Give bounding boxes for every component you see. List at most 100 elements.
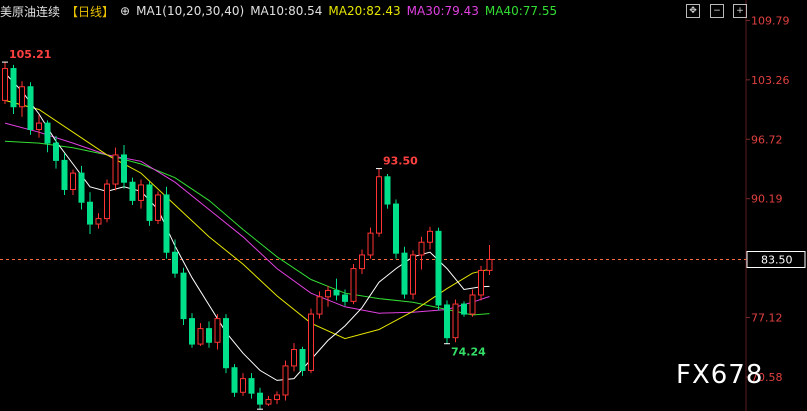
candle-body: [206, 328, 212, 343]
candle: [308, 308, 314, 374]
candle: [401, 246, 408, 299]
ma10-value: MA10:80.54: [250, 4, 323, 18]
candle: [129, 177, 136, 205]
candle-body: [180, 272, 187, 320]
current-price-label: 83.50: [761, 254, 793, 267]
ma-params: MA1(10,20,30,40): [136, 4, 245, 18]
candle: [350, 264, 357, 305]
candle: [61, 153, 68, 195]
candle: [155, 191, 161, 225]
candle-body: [333, 289, 340, 296]
moving-average-lines: [4, 72, 490, 381]
candle: [180, 267, 187, 325]
candle-body: [469, 294, 476, 315]
candle-body: [70, 172, 76, 190]
candle-body: [61, 159, 68, 190]
candle-body: [452, 303, 459, 339]
candle-body: [478, 269, 484, 296]
candle-body: [299, 349, 306, 371]
candle: [189, 313, 195, 348]
candle-body: [121, 154, 127, 183]
candle: [265, 395, 272, 406]
candle: [435, 227, 442, 311]
candle: [112, 147, 119, 191]
ma30-value: MA30:79.43: [406, 4, 479, 18]
candle: [44, 120, 51, 153]
candle-body: [172, 251, 178, 274]
candle-body: [367, 232, 374, 256]
ma10-line: [4, 72, 490, 381]
candle-body: [342, 294, 348, 302]
candle: [325, 285, 331, 307]
candle: [87, 192, 93, 235]
candle-body: [44, 122, 51, 144]
candle: [138, 179, 144, 209]
candle: [223, 314, 229, 374]
candle: [240, 373, 246, 396]
candle: [27, 82, 34, 135]
candle-body: [138, 184, 144, 201]
candle: [427, 226, 433, 250]
candle-body: [95, 218, 102, 225]
candle-body: [10, 68, 17, 108]
candle-body: [384, 176, 391, 205]
candle-body: [248, 378, 255, 394]
candle: [53, 135, 59, 169]
plus-icon[interactable]: +: [733, 4, 747, 18]
candle-body: [308, 313, 314, 371]
price-axis: 109.79103.2696.7290.1983.6577.1270.5883.…: [746, 14, 806, 384]
candle-body: [112, 154, 119, 185]
candle: [282, 360, 289, 401]
candle: [70, 169, 76, 195]
candle: [418, 236, 425, 270]
ma30-line: [4, 122, 490, 314]
candle-body: [78, 172, 85, 203]
candle-body: [2, 68, 8, 101]
symbol-name: 美原油连续: [0, 4, 61, 19]
candle-body: [163, 194, 170, 253]
minus-icon[interactable]: −: [710, 4, 724, 18]
candle-body: [410, 254, 416, 295]
y-tick-label: 96.72: [751, 133, 783, 146]
candle: [257, 387, 263, 410]
candle-body: [87, 201, 93, 225]
grid: [0, 0, 747, 411]
candle-body: [316, 296, 323, 315]
annotation-label: 105.21: [9, 48, 51, 61]
candle-body: [53, 142, 59, 161]
candle: [214, 314, 221, 350]
candle-body: [104, 183, 110, 220]
candle: [410, 250, 416, 300]
period-label[interactable]: 【日线】: [66, 3, 114, 20]
candle: [452, 299, 459, 343]
candle: [384, 174, 391, 209]
candle-body: [231, 367, 238, 393]
ma20-value: MA20:82.43: [328, 4, 401, 18]
candle-body: [36, 122, 42, 130]
candle-body: [393, 203, 399, 254]
candle: [10, 64, 17, 115]
candle-body: [146, 184, 153, 221]
candle-body: [189, 318, 195, 345]
candle: [444, 300, 450, 345]
candle: [2, 62, 8, 105]
candle: [146, 181, 153, 226]
candle-body: [214, 318, 221, 343]
candle: [367, 227, 374, 259]
candle: [163, 186, 170, 259]
candle: [36, 114, 42, 138]
candle: [274, 391, 280, 405]
candle-body: [282, 365, 289, 396]
candle-body: [359, 254, 365, 270]
candle-body: [155, 194, 161, 221]
candle: [469, 289, 476, 317]
candle: [95, 213, 102, 229]
candle-body: [274, 394, 280, 401]
candle-body: [401, 252, 408, 295]
settings-icon[interactable]: ⊕: [120, 4, 130, 18]
candle: [172, 239, 178, 278]
y-tick-label: 77.12: [751, 312, 783, 325]
candle: [121, 144, 127, 189]
ma40-value: MA40:77.55: [484, 4, 558, 18]
crosshair-icon[interactable]: ✥: [686, 4, 700, 18]
